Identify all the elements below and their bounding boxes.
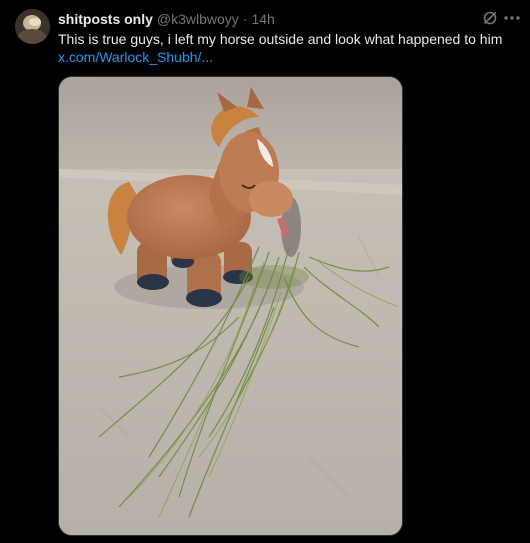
grok-icon[interactable]	[482, 10, 498, 26]
tweet-link[interactable]: x.com/Warlock_Shubh/...	[58, 48, 518, 66]
user-handle[interactable]: @k3wlbwoyy	[157, 10, 239, 28]
more-options-icon[interactable]	[503, 10, 521, 26]
tweet-media-photo[interactable]	[58, 76, 403, 536]
tweet-header: shitposts only @k3wlbwoyy · 14h	[58, 10, 275, 28]
avatar-image	[15, 9, 50, 44]
display-name[interactable]: shitposts only	[58, 10, 153, 28]
separator-dot: ·	[242, 11, 248, 27]
tweet-card[interactable]: shitposts only @k3wlbwoyy · 14h This is …	[0, 0, 530, 543]
user-avatar[interactable]	[15, 9, 50, 44]
horse-plush-photo	[59, 77, 402, 535]
tweet-body: This is true guys, i left my horse outsi…	[58, 30, 518, 66]
tweet-text: This is true guys, i left my horse outsi…	[58, 31, 503, 47]
timestamp[interactable]: 14h	[251, 10, 274, 28]
